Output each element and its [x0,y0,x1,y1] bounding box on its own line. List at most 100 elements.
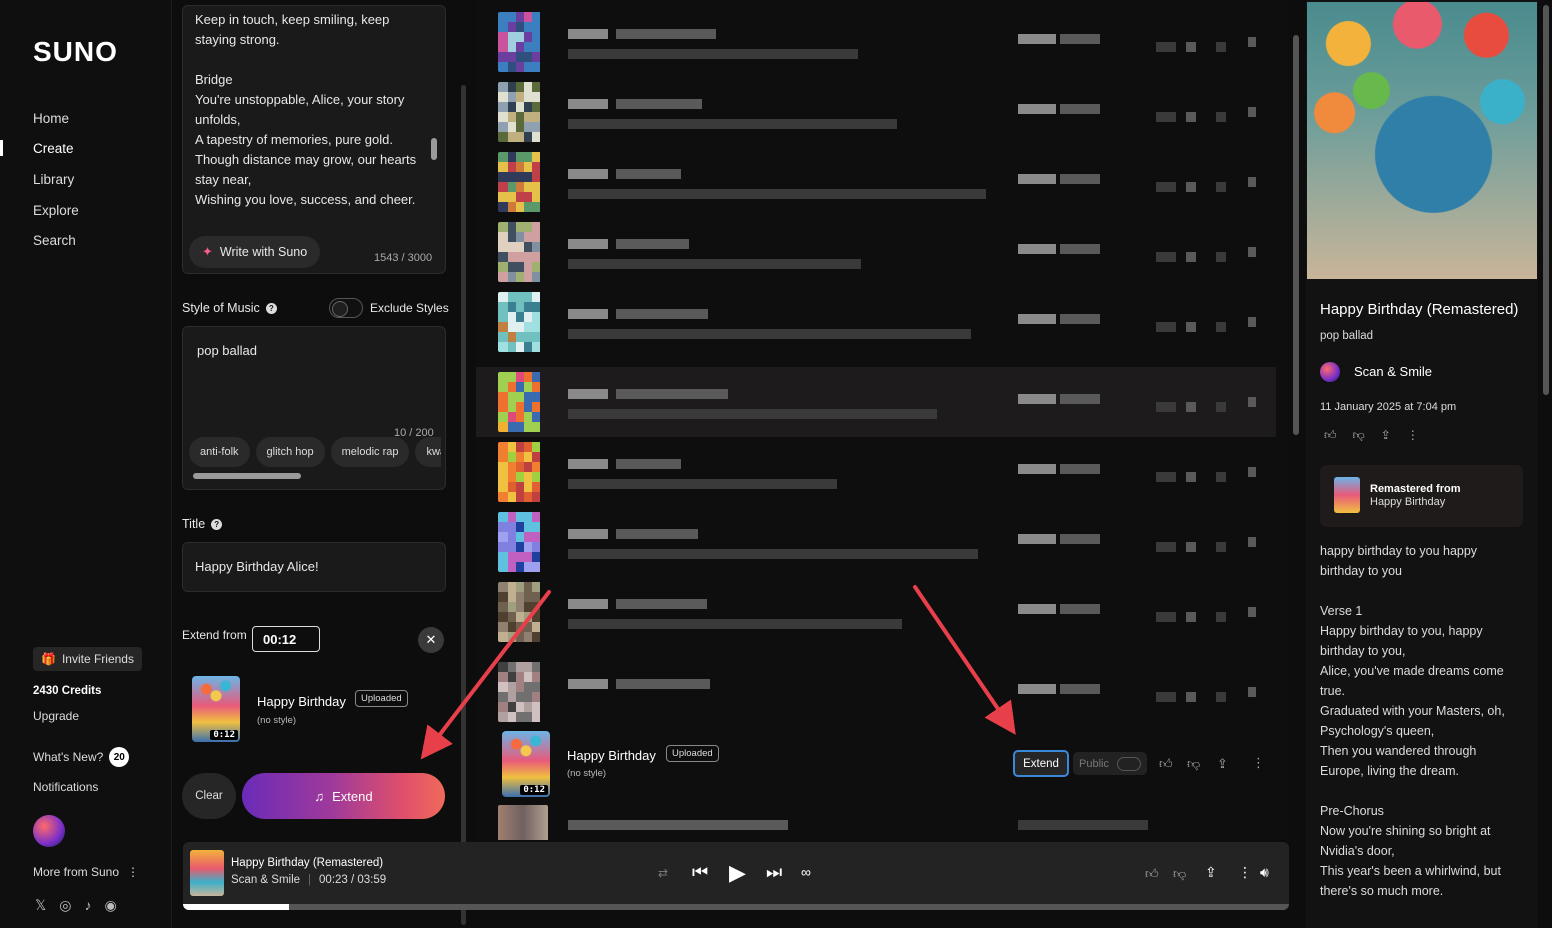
clip-thumbnail[interactable] [498,82,548,142]
user-avatar[interactable] [33,815,65,847]
public-toggle[interactable]: Public [1073,752,1147,775]
help-icon[interactable]: ? [265,302,277,314]
invite-friends-button[interactable]: 🎁 Invite Friends [33,647,142,671]
instagram-icon[interactable]: ◎ [59,897,71,914]
nav-home[interactable]: Home [33,111,69,126]
clip-row[interactable] [476,800,1276,840]
style-chip[interactable]: kwa [415,437,441,467]
song-style[interactable]: pop ballad [1320,330,1373,342]
nav-create[interactable]: Create [33,141,74,156]
create-panel-scrollbar[interactable] [461,85,466,925]
clip-row[interactable] [476,217,1276,287]
clip-row[interactable] [476,437,1276,507]
clip-row[interactable] [476,577,1276,647]
chips-scrollbar[interactable] [193,473,301,479]
help-icon[interactable]: ? [211,518,223,530]
detail-scrollbar[interactable] [1543,5,1549,395]
clip-thumbnail[interactable] [498,442,548,502]
clip-title-redacted [568,99,608,109]
thumbs-up-icon[interactable]: 👍︎ [1324,428,1337,443]
clip-title-redacted [616,599,707,609]
title-value[interactable]: Happy Birthday Alice! [195,559,319,574]
play-icon[interactable]: ▶ [729,860,746,886]
list-extend-button[interactable]: Extend [1013,750,1069,777]
clip-meta-redacted [1018,464,1056,474]
thumbs-down-icon[interactable]: 👎︎ [1173,866,1186,882]
nav-search[interactable]: Search [33,233,76,248]
credits-count: 2430 Credits [33,685,102,697]
lyrics-scrollbar[interactable] [431,138,437,160]
player-artist[interactable]: Scan & Smile [231,874,300,886]
clip-row[interactable] [476,367,1276,437]
repeat-icon[interactable]: ⇄ [658,866,668,880]
suno-logo[interactable]: SUNO [33,36,118,68]
clip-meta-redacted [1018,534,1056,544]
clip-row[interactable] [476,287,1276,357]
x-icon[interactable]: 𝕏 [35,897,46,914]
clip-row[interactable] [476,77,1276,147]
clip-thumbnail[interactable] [498,662,548,722]
share-icon[interactable]: ⇪ [1217,756,1228,772]
tiktok-icon[interactable]: ♪ [85,897,92,914]
player-thumbnail[interactable] [190,850,224,896]
more-from-suno[interactable]: More from Suno ⋮ [33,865,139,879]
more-vertical-icon[interactable]: ⋮ [1252,755,1265,771]
style-chip[interactable]: melodic rap [330,437,410,467]
style-field[interactable]: pop ballad 10 / 200 anti-folk glitch hop… [182,326,446,490]
style-chip[interactable]: anti-folk [189,437,250,467]
style-chip[interactable]: glitch hop [255,437,325,467]
notifications-link[interactable]: Notifications [33,780,98,794]
upgrade-link[interactable]: Upgrade [33,709,79,723]
clip-thumbnail[interactable] [498,512,548,572]
clip-thumbnail[interactable] [498,372,548,432]
more-vertical-icon[interactable]: ⋮ [1238,864,1252,881]
clip-row[interactable] [476,7,1276,77]
clip-thumbnail[interactable] [498,805,548,840]
whats-new-link[interactable]: What's New? 20 [33,747,130,767]
close-extend-button[interactable]: ✕ [418,627,444,653]
exclude-styles-toggle[interactable] [329,298,363,318]
clip-thumbnail[interactable] [498,12,548,72]
lyrics-text[interactable]: Keep in touch, keep smiling, keep stayin… [195,10,433,220]
clip-row[interactable] [476,147,1276,217]
thumbs-up-icon[interactable]: 👍︎ [1145,866,1159,882]
clip-thumbnail[interactable] [498,292,548,352]
share-icon[interactable]: ⇪ [1205,864,1217,881]
more-vertical-icon[interactable]: ⋮ [1407,428,1419,443]
style-value[interactable]: pop ballad [197,343,257,358]
write-with-suno-button[interactable]: ✦ Write with Suno [189,236,321,268]
extend-from-input[interactable]: 00:12 [252,626,320,652]
share-icon[interactable]: ⇪ [1381,428,1391,443]
thumbs-down-icon[interactable]: 👎︎ [1353,428,1365,443]
clip-thumbnail[interactable] [498,152,548,212]
nav-explore[interactable]: Explore [33,203,79,218]
title-field[interactable]: Happy Birthday Alice! [182,542,446,592]
public-switch[interactable] [1116,756,1141,771]
remastered-from-card[interactable]: Remastered from Happy Birthday [1320,465,1523,527]
clip-list-scrollbar[interactable] [1293,35,1299,435]
discord-icon[interactable]: ◉ [105,897,117,914]
volume-icon[interactable]: 🔊︎ [1260,864,1269,881]
clip-row[interactable] [476,507,1276,577]
previous-icon[interactable]: ⏮ [692,862,708,883]
extend-button[interactable]: ♫ Extend [242,773,445,819]
next-icon[interactable]: ⏭ [766,862,782,883]
clip-row[interactable] [476,657,1276,727]
artist-name[interactable]: Scan & Smile [1354,364,1432,379]
clip-style-redacted [568,409,937,419]
player-progress[interactable] [183,904,1289,910]
list-clip-thumbnail[interactable]: 0:12 [502,731,550,797]
nav-library[interactable]: Library [33,172,74,187]
player-title[interactable]: Happy Birthday (Remastered) [231,857,383,869]
clip-thumbnail[interactable] [498,222,548,282]
clip-thumbnail[interactable] [498,582,548,642]
list-clip-title[interactable]: Happy Birthday [567,748,656,763]
loop-icon[interactable]: ∞ [801,864,811,880]
lyrics-field[interactable]: Keep in touch, keep smiling, keep stayin… [182,5,446,274]
clip-action-redacted [1248,247,1256,257]
artist-avatar[interactable] [1320,362,1340,382]
style-chips: anti-folk glitch hop melodic rap kwa [189,437,441,467]
clear-button[interactable]: Clear [182,773,236,819]
thumbs-down-icon[interactable]: 👎︎ [1187,756,1200,772]
thumbs-up-icon[interactable]: 👍︎ [1159,756,1173,772]
